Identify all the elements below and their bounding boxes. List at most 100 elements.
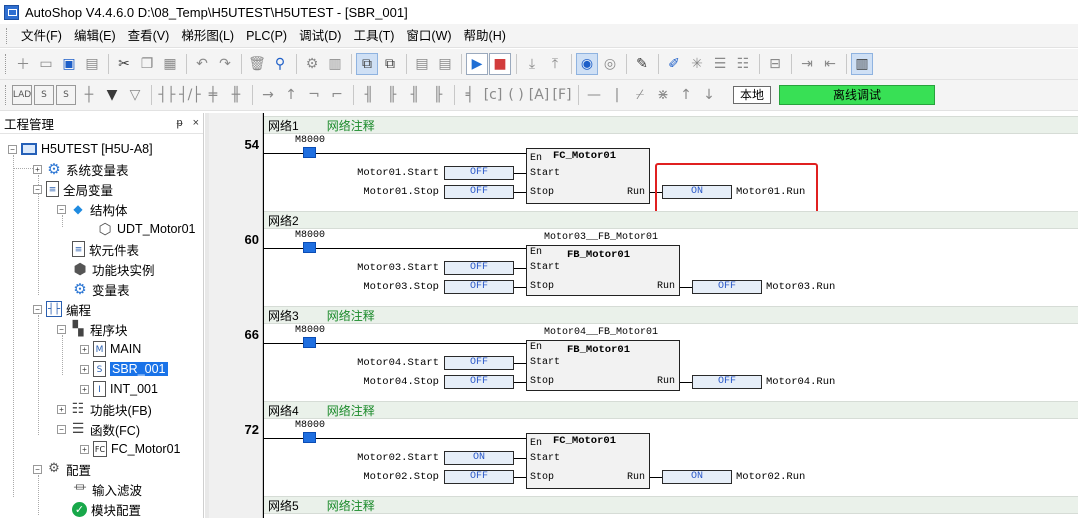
panel-toggle-icon[interactable]: ▥ — [851, 53, 873, 75]
contact-m8000[interactable] — [303, 432, 316, 443]
tree-item-global-vars[interactable]: − ≡ 全局变量 — [33, 179, 113, 199]
open-folder-icon[interactable]: ▭ — [35, 53, 57, 75]
cross-line-icon[interactable]: ┼ — [78, 84, 100, 106]
window-cascade-icon[interactable]: ⧉ — [379, 53, 401, 75]
tree-item-config[interactable]: − ⚙ 配置 — [33, 459, 91, 479]
compile-icon[interactable]: ⚙ — [301, 53, 323, 75]
tree-item-fc-motor01[interactable]: + FC FC_Motor01 — [80, 439, 180, 459]
expand-toggle[interactable]: + — [80, 344, 89, 354]
collapse-toggle[interactable]: − — [57, 204, 66, 214]
delete-icon[interactable]: 🗑 — [246, 53, 268, 75]
expand-toggle[interactable]: + — [80, 364, 89, 374]
network-header[interactable]: 网络1 网络注释 — [264, 116, 1078, 134]
hline-icon[interactable]: → — [257, 84, 279, 106]
write-icon[interactable]: ✐ — [663, 53, 685, 75]
diagnose-icon[interactable]: ✳ — [686, 53, 708, 75]
undo-icon[interactable]: ↶ — [191, 53, 213, 75]
pin-icon[interactable]: ᵽ — [176, 117, 182, 129]
export-icon[interactable]: ⇤ — [819, 53, 841, 75]
network-comment[interactable]: 网络注释 — [327, 307, 375, 324]
contact-no-icon[interactable]: ┤├ — [156, 84, 178, 106]
download-icon[interactable]: ⤓ — [521, 53, 543, 75]
contact-m8000[interactable] — [303, 242, 316, 253]
expand-toggle[interactable]: + — [80, 444, 89, 454]
down-arrow-icon[interactable]: ↓ — [698, 84, 720, 106]
s-mode-icon[interactable]: S — [34, 85, 54, 105]
value-box[interactable]: OFF — [692, 375, 762, 389]
tree-item-device-table[interactable]: ≡ 软元件表 — [59, 239, 139, 259]
offline-debug-button[interactable]: 离线调试 — [779, 85, 935, 105]
upload-icon[interactable]: ⤒ — [544, 53, 566, 75]
value-box[interactable]: OFF — [692, 280, 762, 294]
save-icon[interactable]: ▣ — [58, 53, 80, 75]
tree-item-programming[interactable]: − ┤├ 编程 — [33, 299, 91, 319]
save-all-icon[interactable]: ▤ — [81, 53, 103, 75]
menu-window[interactable]: 窗口(W) — [400, 25, 457, 47]
value-box[interactable]: OFF — [444, 375, 514, 389]
contact-par-icon[interactable]: ╪ — [202, 84, 224, 106]
invert-icon[interactable]: ╡ — [459, 84, 481, 106]
upload-doc-icon[interactable]: ▤ — [411, 53, 433, 75]
contact-m8000[interactable] — [303, 147, 316, 158]
tree-item-input-filter[interactable]: ⏛ 输入滤波 — [59, 479, 142, 499]
menu-edit[interactable]: 编辑(E) — [68, 25, 122, 47]
close-icon[interactable]: × — [193, 117, 199, 129]
tree-item-fb-instance[interactable]: ⬢ 功能块实例 — [59, 259, 154, 279]
value-box[interactable]: OFF — [444, 185, 514, 199]
tree-item-int-001[interactable]: + I INT_001 — [80, 379, 158, 399]
network-comment[interactable]: 网络注释 — [327, 117, 375, 134]
value-box[interactable]: OFF — [444, 356, 514, 370]
delete-vline-icon[interactable]: ⋇ — [652, 84, 674, 106]
expand-toggle[interactable]: + — [57, 404, 66, 414]
tree-item-system-vars[interactable]: + ⚙ 系统变量表 — [33, 159, 129, 179]
vbar-icon[interactable]: | — [606, 84, 628, 106]
io-config-icon[interactable]: ☰ — [709, 53, 731, 75]
expand-toggle[interactable]: + — [33, 164, 42, 174]
local-button[interactable]: 本地 — [733, 86, 771, 104]
coil-paren-icon[interactable]: ( ) — [505, 84, 527, 106]
collapse-toggle[interactable]: − — [57, 424, 66, 434]
network-comment[interactable]: 网络注释 — [327, 497, 375, 514]
network-header[interactable]: 网络4 网络注释 — [264, 401, 1078, 419]
collapse-toggle[interactable]: − — [57, 324, 66, 334]
collapse-toggle[interactable]: − — [33, 304, 42, 314]
online-edit-icon[interactable]: ✎ — [631, 53, 653, 75]
monitor-settings-icon[interactable]: ◎ — [599, 53, 621, 75]
download-doc-icon[interactable]: ▤ — [434, 53, 456, 75]
instruction-f-icon[interactable]: [F] — [551, 84, 573, 106]
fall-contact-icon[interactable]: ╟ — [381, 84, 403, 106]
tree-item-project[interactable]: − H5UTEST [H5U-A8] — [8, 139, 153, 159]
import-icon[interactable]: ⇥ — [796, 53, 818, 75]
value-box[interactable]: OFF — [444, 261, 514, 275]
tree-item-fb[interactable]: + ☷ 功能块(FB) — [57, 399, 152, 419]
build-icon[interactable]: ▥ — [324, 53, 346, 75]
stop-icon[interactable]: ■ — [489, 53, 511, 75]
contact-parnc-icon[interactable]: ╫ — [225, 84, 247, 106]
up-arrow-icon[interactable]: ↑ — [675, 84, 697, 106]
tree-item-sbr-001[interactable]: + S SBR_001 — [80, 359, 168, 379]
window-tile-icon[interactable]: ⧉ — [356, 53, 378, 75]
coil-alt-icon[interactable]: ⌐ — [326, 84, 348, 106]
collapse-toggle[interactable]: − — [33, 464, 42, 474]
delete-hline-icon[interactable]: ⌿ — [629, 84, 651, 106]
tree-item-fc[interactable]: − ☰ 函数(FC) — [57, 419, 140, 439]
lock-icon[interactable]: ⊟ — [764, 53, 786, 75]
search-icon[interactable]: ⚲ — [269, 53, 291, 75]
network-header[interactable]: 网络5 网络注释 — [264, 496, 1078, 514]
menu-debug[interactable]: 调试(D) — [293, 25, 347, 47]
arrow-down-filled-icon[interactable]: ▼ — [101, 84, 123, 106]
fall-par-icon[interactable]: ╟ — [427, 84, 449, 106]
tree-item-udt-motor01[interactable]: ⬡ UDT_Motor01 — [97, 219, 195, 239]
vline-icon[interactable]: ↑ — [280, 84, 302, 106]
s-mode-alt-icon[interactable]: S — [56, 85, 76, 105]
contact-m8000[interactable] — [303, 337, 316, 348]
collapse-toggle[interactable]: − — [33, 184, 42, 194]
tree-item-program-block[interactable]: − ▚ 程序块 — [57, 319, 128, 339]
tree-item-struct[interactable]: − ◆ 结构体 — [57, 199, 128, 219]
network-config-icon[interactable]: ☷ — [732, 53, 754, 75]
instruction-a-icon[interactable]: [A] — [528, 84, 550, 106]
value-box[interactable]: OFF — [444, 470, 514, 484]
value-box[interactable]: OFF — [444, 166, 514, 180]
paste-icon[interactable]: ▦ — [159, 53, 181, 75]
rise-contact-icon[interactable]: ╢ — [358, 84, 380, 106]
